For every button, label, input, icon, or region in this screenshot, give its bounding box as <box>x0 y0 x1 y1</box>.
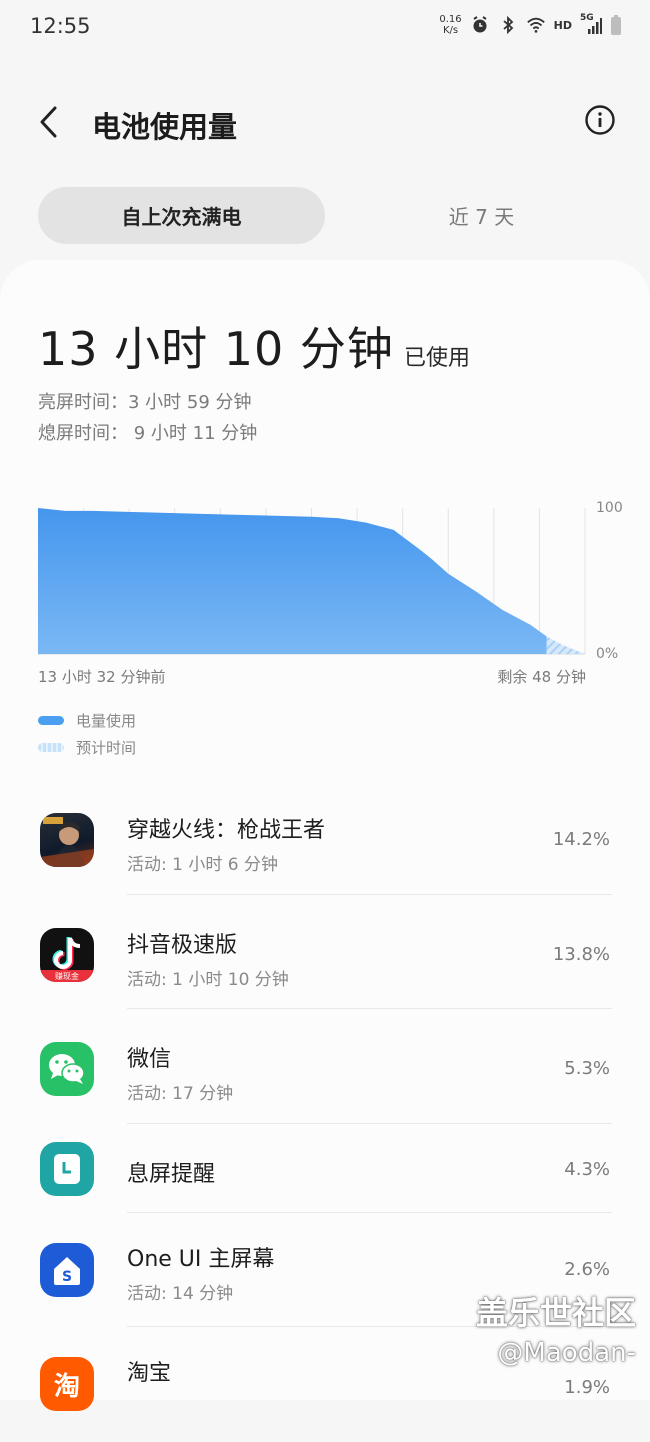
legend-estimate: 预计时间 <box>38 737 136 758</box>
app-percent: 5.3% <box>564 1058 610 1080</box>
app-percent: 2.6% <box>564 1258 610 1280</box>
app-percent: 1.9% <box>564 1377 610 1399</box>
y-axis-max-label: 100 <box>596 500 623 516</box>
list-item-always-on-display[interactable]: 息屏提醒 4.3% <box>0 1124 650 1213</box>
bluetooth-icon <box>503 15 513 35</box>
screen-on-time: 亮屏时间：3 小时 59 分钟 <box>38 392 252 413</box>
status-icons: 0.16 K/s HD 5G <box>439 13 622 36</box>
app-name: 息屏提醒 <box>127 1161 216 1187</box>
svg-text:赚现金: 赚现金 <box>55 971 79 981</box>
list-item-crossfire[interactable]: 穿越火线：枪战王者 活动: 1 小时 6 分钟 14.2% <box>0 780 650 895</box>
period-tabs: 自上次充满电 近 7 天 <box>38 187 612 244</box>
app-name: 抖音极速版 <box>127 932 238 958</box>
page-title: 电池使用量 <box>92 110 238 144</box>
estimate-area <box>546 636 585 654</box>
douyin-lite-icon: 赚现金 <box>40 927 94 982</box>
used-label: 已使用 <box>403 346 470 371</box>
app-activity: 活动: 14 分钟 <box>127 1283 234 1304</box>
app-name: 淘宝 <box>127 1361 172 1387</box>
battery-usage-card: 13 小时 10 分钟 已使用 亮屏时间：3 小时 59 分钟 熄屏时间： 9 … <box>0 260 650 1412</box>
battery-icon <box>611 15 621 35</box>
taobao-icon: 淘 <box>40 1357 94 1412</box>
usage-area <box>38 508 547 654</box>
app-name: 微信 <box>127 1047 172 1073</box>
app-name: 穿越火线：枪战王者 <box>127 818 326 843</box>
screen-off-time: 熄屏时间： 9 小时 11 分钟 <box>38 423 258 444</box>
watermark-author: @Maodan- <box>497 1338 636 1368</box>
app-name: One UI 主屏幕 <box>127 1246 275 1272</box>
tab-last-7-days[interactable]: 近 7 天 <box>338 187 625 244</box>
app-percent: 4.3% <box>564 1158 610 1180</box>
net-speed: 0.16 K/s <box>439 14 462 36</box>
total-usage: 13 小时 10 分钟 已使用 <box>38 313 470 379</box>
svg-text:淘: 淘 <box>54 1372 80 1402</box>
watermark-title: 盖乐世社区 <box>475 1294 636 1332</box>
wechat-icon <box>40 1042 94 1097</box>
hd-indicator: HD <box>553 18 572 32</box>
legend-usage-swatch <box>38 716 64 725</box>
always-on-display-icon <box>40 1141 94 1196</box>
chart-start-label: 13 小时 32 分钟前 <box>38 668 166 686</box>
tab-since-full-charge[interactable]: 自上次充满电 <box>38 187 325 244</box>
app-percent: 14.2% <box>552 829 610 850</box>
alarm-icon <box>473 16 487 33</box>
total-usage-time: 13 小时 10 分钟 <box>38 322 394 376</box>
app-activity: 活动: 1 小时 6 分钟 <box>127 855 278 875</box>
svg-text:S: S <box>62 1269 72 1285</box>
legend-usage: 电量使用 <box>38 710 136 731</box>
app-activity: 活动: 17 分钟 <box>127 1084 234 1105</box>
list-item-wechat[interactable]: 微信 活动: 17 分钟 5.3% <box>0 1009 650 1124</box>
oneui-home-icon: S <box>40 1242 94 1297</box>
status-bar: 12:55 0.16 K/s HD 5G <box>0 0 650 60</box>
status-time: 12:55 <box>30 14 91 38</box>
app-activity: 活动: 1 小时 10 分钟 <box>127 969 289 990</box>
signal-icon: 5G <box>580 13 602 35</box>
wifi-icon <box>526 17 545 33</box>
y-axis-min-label: 0% <box>596 646 618 662</box>
info-icon[interactable] <box>584 104 616 136</box>
list-item-douyin-lite[interactable]: 赚现金 抖音极速版 活动: 1 小时 10 分钟 13.8% <box>0 895 650 1010</box>
back-arrow-icon[interactable] <box>30 100 70 144</box>
chart-end-label: 剩余 48 分钟 <box>497 668 586 686</box>
legend-estimate-swatch <box>38 743 64 752</box>
crossfire-icon <box>40 813 94 867</box>
app-bar: 电池使用量 <box>0 90 650 154</box>
battery-chart: 100 0% <box>38 500 623 662</box>
app-percent: 13.8% <box>552 943 610 965</box>
